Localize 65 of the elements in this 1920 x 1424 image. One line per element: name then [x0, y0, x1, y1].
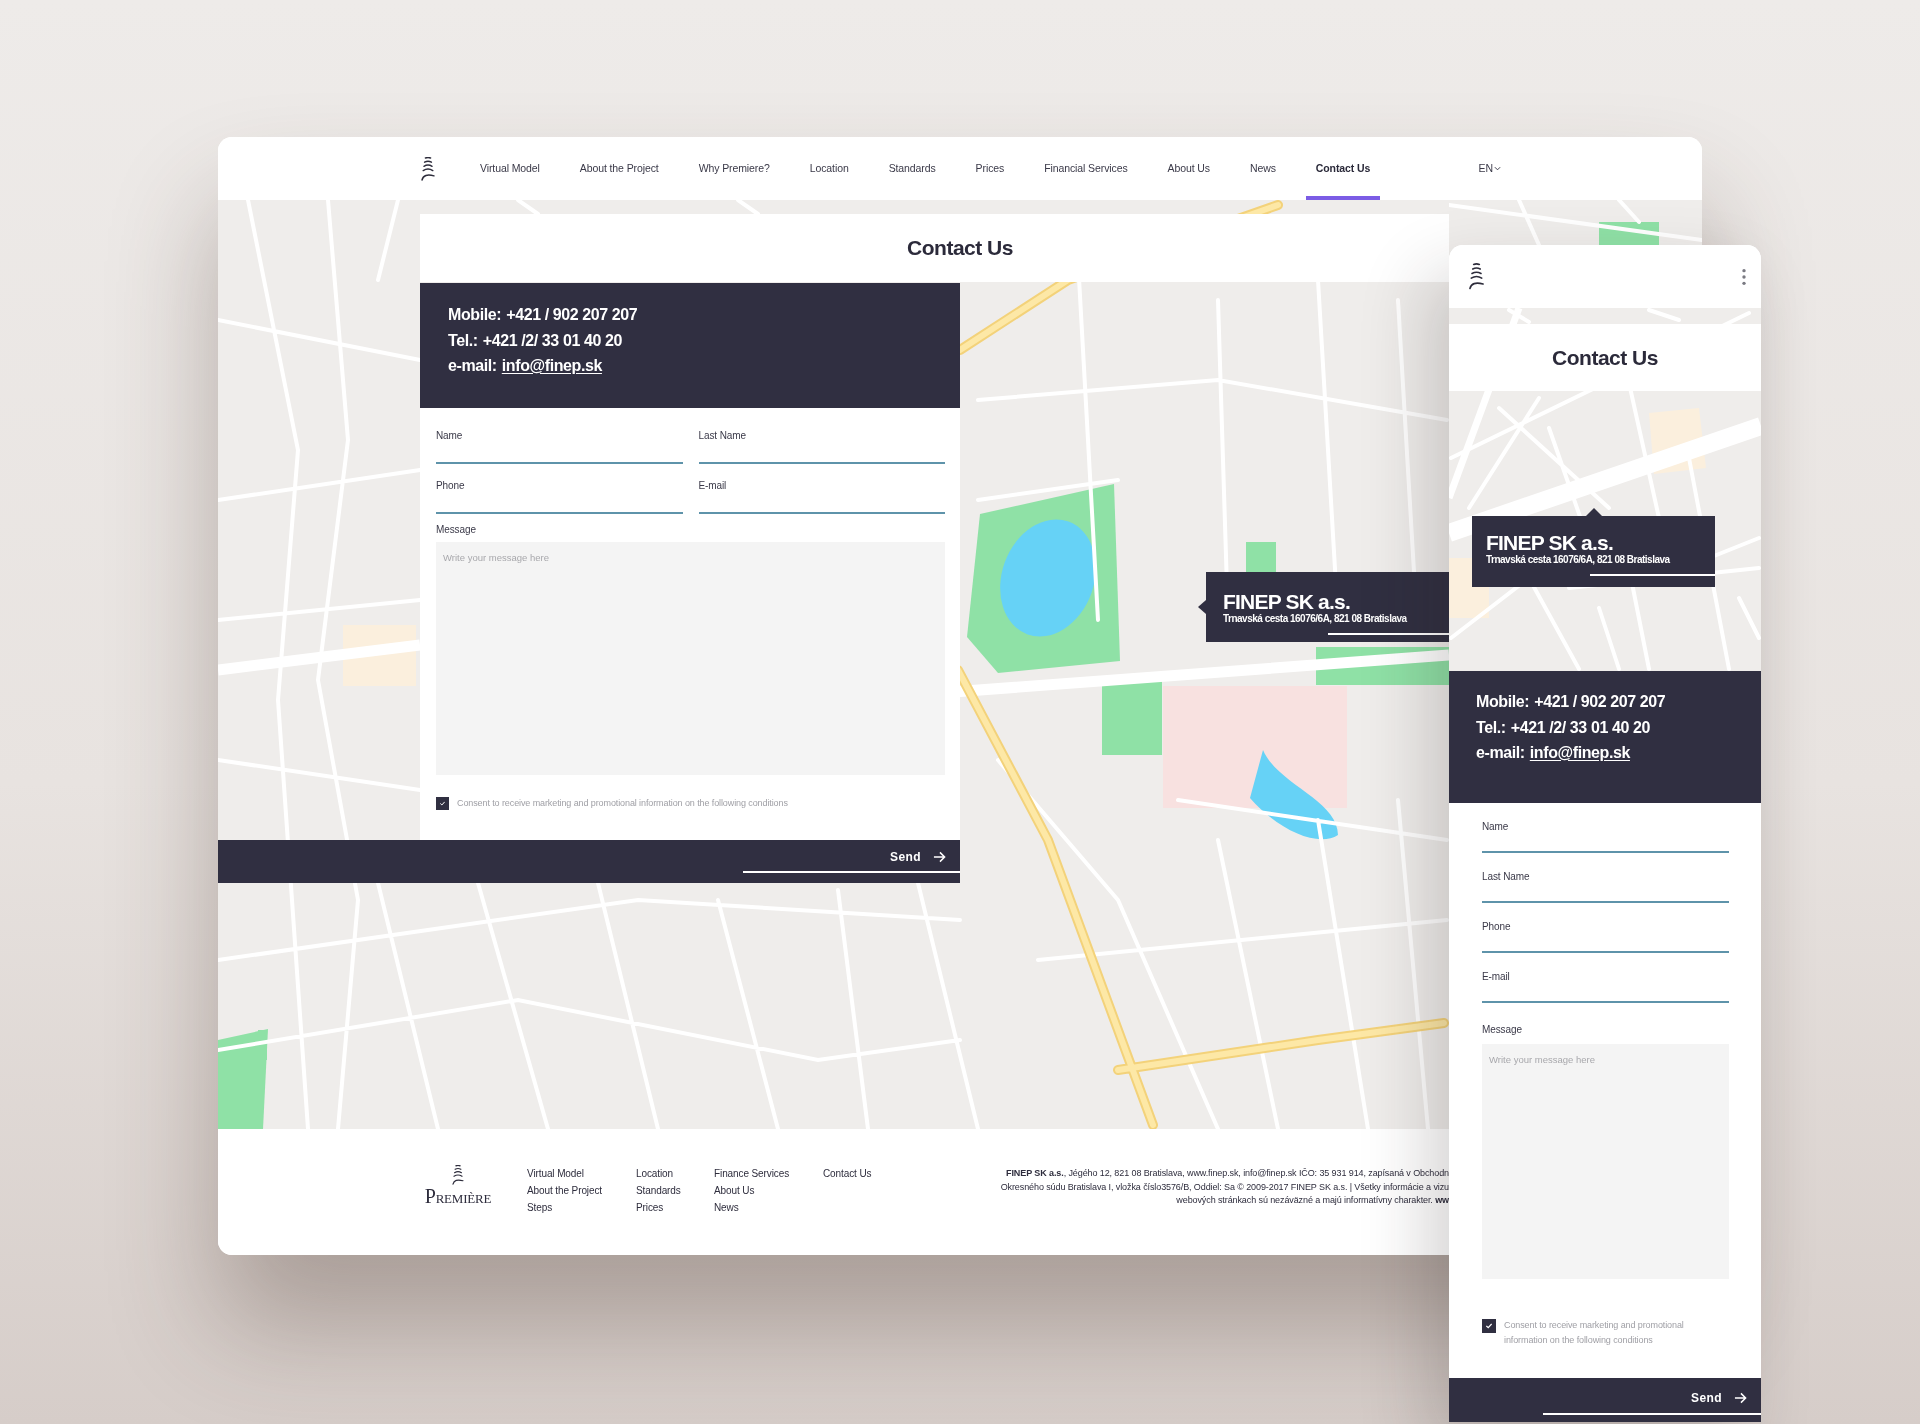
nav-link[interactable]: Standards: [878, 137, 946, 200]
field-label: Phone: [436, 480, 466, 492]
contact-label: Mobile:: [1476, 692, 1530, 712]
footer-link[interactable]: Location: [636, 1165, 714, 1182]
tower-logo-icon[interactable]: [1469, 263, 1484, 290]
legal-text: FINEP SK a.s., Jégého 12, 821 08 Bratislava, www.finep.sk, info@finep.sk IČO: 35 931 914, zapísaná v Obchodn Okresného súdu Bratislava I, vložka číslo3576/B, Oddiel: Sa © 2009-2017 FINEP SK a.s. | Všetky informácie a vizu webových stránkach sú nezáväzné a majú informatívny charakter. ww: [1000, 1167, 1449, 1207]
send-button[interactable]: Send: [1687, 1386, 1761, 1410]
footer-link[interactable]: Prices: [636, 1199, 714, 1216]
consent-checkbox[interactable]: [1482, 1319, 1496, 1333]
brand-wordmark: PREMIÈRE: [424, 1185, 492, 1209]
nav-link[interactable]: Prices: [965, 137, 1015, 200]
company-name: FINEP SK a.s.: [1223, 591, 1351, 613]
phone-number: +421 / 902 207 207: [1534, 692, 1666, 712]
nav-link[interactable]: About Us: [1157, 137, 1220, 200]
field-label: Message: [436, 524, 477, 536]
company-name: FINEP SK a.s.: [1486, 532, 1614, 554]
field-label: Phone: [1482, 921, 1512, 933]
nav-link[interactable]: Financial Services: [1034, 137, 1138, 200]
field-label: Last Name: [698, 430, 747, 442]
nav-link[interactable]: About the Project: [569, 137, 669, 200]
footer-link[interactable]: News: [714, 1199, 823, 1216]
phone-number: +421 / 902 207 207: [506, 305, 638, 325]
field-label: E-mail: [698, 480, 728, 492]
consent-text: Consent to receive marketing and promotional information on the following conditions: [457, 797, 788, 810]
page-title: Contact Us: [1552, 344, 1658, 371]
nav-link[interactable]: Virtual Model: [470, 137, 550, 200]
phone-number: +421 /2/ 33 01 40 20: [482, 330, 622, 351]
message-field[interactable]: Write your message here: [1482, 1044, 1729, 1279]
footer-link[interactable]: About Us: [714, 1182, 823, 1199]
arrow-right-icon: [1734, 1392, 1747, 1404]
chevron-down-icon: [1494, 166, 1501, 171]
message-field[interactable]: Write your message here: [436, 542, 945, 775]
send-button[interactable]: Send: [886, 845, 960, 869]
email-link[interactable]: info@finep.sk: [501, 353, 602, 379]
arrow-right-icon: [933, 851, 946, 863]
footer-link[interactable]: Contact Us: [823, 1165, 872, 1182]
nav-link[interactable]: Location: [799, 137, 859, 200]
field-label: Last Name: [1482, 871, 1531, 883]
field-label: E-mail: [1482, 971, 1511, 983]
page-title: Contact Us: [907, 235, 1013, 261]
email-link[interactable]: info@finep.sk: [1529, 740, 1630, 766]
contact-label: e-mail:: [448, 356, 497, 376]
field-label: Name: [436, 430, 464, 442]
nav-link[interactable]: Why Premiere?: [688, 137, 780, 200]
footer-link[interactable]: Finance Services: [714, 1165, 823, 1182]
contact-label: Tel.:: [448, 330, 478, 351]
contact-label: e-mail:: [1476, 743, 1525, 763]
kebab-menu-icon[interactable]: [1742, 268, 1746, 285]
tower-logo-icon[interactable]: [421, 156, 435, 181]
consent-text: Consent to receive marketing and promotional information on the following conditions: [1504, 1319, 1685, 1347]
tower-logo-icon[interactable]: [450, 1165, 466, 1185]
nav-link[interactable]: News: [1239, 137, 1286, 200]
field-label: Message: [1482, 1024, 1523, 1036]
contact-label: Tel.:: [1476, 717, 1506, 738]
phone-number: +421 /2/ 33 01 40 20: [1510, 717, 1650, 738]
contact-label: Mobile:: [448, 305, 502, 325]
field-label: Name: [1482, 821, 1510, 833]
language-selector[interactable]: EN: [1478, 160, 1501, 177]
footer-link[interactable]: Standards: [636, 1182, 714, 1199]
consent-checkbox[interactable]: [436, 797, 449, 810]
footer-link[interactable]: Virtual Model: [527, 1165, 636, 1182]
company-address: Trnavská cesta 16076/6A, 821 08 Bratislava: [1223, 613, 1408, 625]
footer-link[interactable]: About the Project: [527, 1182, 636, 1199]
company-address: Trnavská cesta 16076/6A, 821 08 Bratislava: [1486, 554, 1671, 566]
footer-link[interactable]: Steps: [527, 1199, 636, 1216]
